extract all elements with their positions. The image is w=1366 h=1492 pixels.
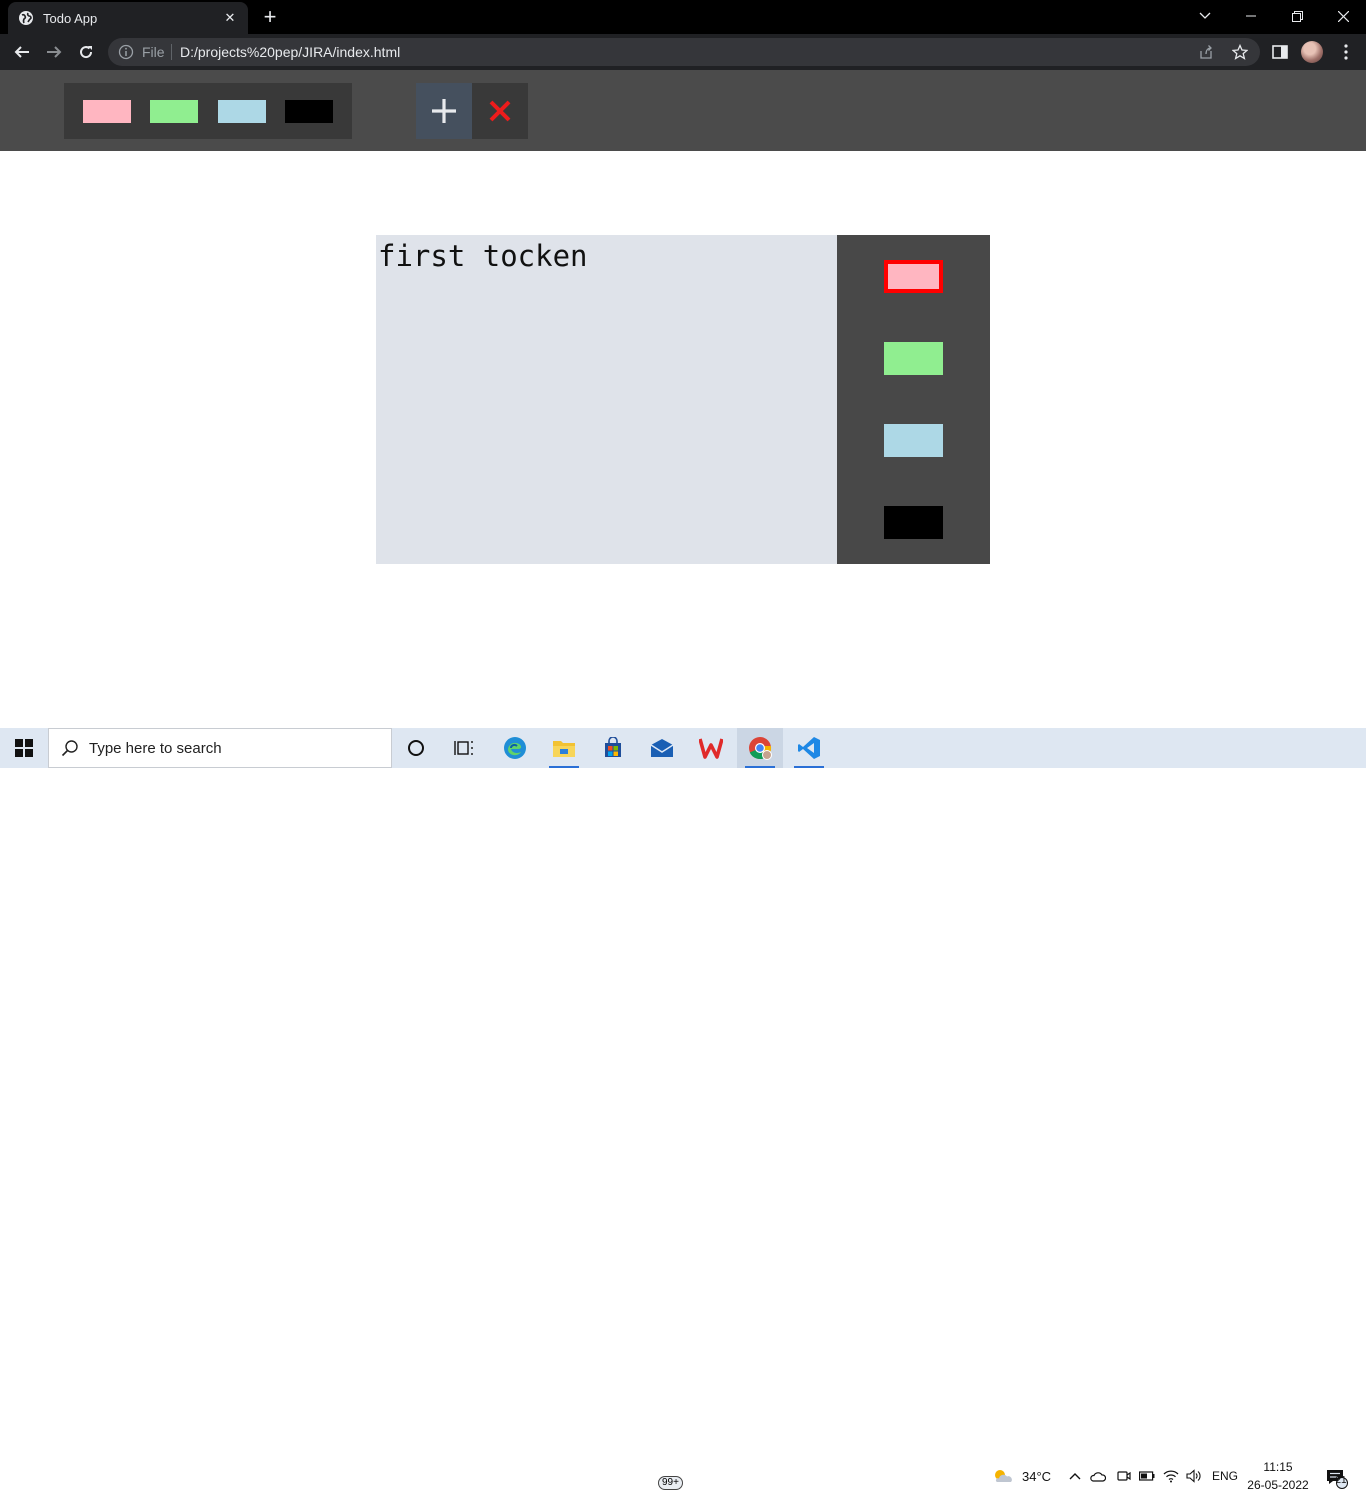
mail-icon: [650, 739, 674, 757]
tab-search-button[interactable]: [1182, 0, 1228, 32]
edge-taskbar-button[interactable]: [492, 728, 538, 768]
filter-lightblue[interactable]: [218, 100, 266, 123]
notification-count: 21: [1335, 1475, 1347, 1486]
vscode-taskbar-button[interactable]: [786, 728, 832, 768]
url-text[interactable]: D:/projects%20pep/JIRA/index.html: [180, 44, 400, 60]
clock-time[interactable]: 11:15: [1262, 1460, 1294, 1474]
vscode-icon: [798, 737, 820, 759]
minimize-button[interactable]: [1228, 0, 1274, 32]
tab-close-icon[interactable]: ✕: [222, 10, 238, 26]
start-button[interactable]: [0, 728, 48, 768]
taskbar-search-box[interactable]: Type here to search: [48, 728, 392, 768]
weather-temp[interactable]: 34°C: [1022, 1469, 1051, 1484]
volume-icon[interactable]: [1186, 1468, 1202, 1484]
omnibox-divider: [171, 44, 172, 60]
mail-badge: 99+: [658, 1476, 683, 1490]
language-indicator[interactable]: ENG: [1212, 1469, 1238, 1483]
wps-w-icon: [699, 738, 723, 759]
profile-avatar[interactable]: [1301, 41, 1323, 63]
scheme-label: File: [142, 44, 165, 60]
priority-color-black[interactable]: [884, 506, 943, 539]
bookmark-star-icon[interactable]: [1231, 43, 1249, 60]
reload-button[interactable]: [73, 39, 99, 65]
chevron-down-icon: [1199, 12, 1211, 19]
priority-color-panel: [837, 235, 990, 564]
chevron-up-icon[interactable]: [1067, 1468, 1083, 1484]
priority-color-lightblue[interactable]: [884, 424, 943, 457]
browser-tab[interactable]: Todo App ✕: [8, 2, 248, 34]
plus-icon: [432, 99, 456, 123]
filter-pink[interactable]: [83, 100, 131, 123]
priority-color-lightgreen[interactable]: [884, 342, 943, 375]
task-view-button[interactable]: [441, 728, 487, 768]
ticket-textarea[interactable]: first tocken: [376, 235, 837, 564]
meet-now-icon[interactable]: [1116, 1468, 1132, 1484]
windows-logo-icon: [15, 739, 33, 757]
file-explorer-button[interactable]: [541, 728, 587, 768]
weather-sun-icon[interactable]: [992, 1468, 1014, 1484]
filter-lightgreen[interactable]: [150, 100, 198, 123]
remove-ticket-button[interactable]: [472, 83, 528, 139]
wps-office-button[interactable]: [688, 728, 734, 768]
clock-date[interactable]: 26-05-2022: [1245, 1478, 1311, 1492]
cortana-button[interactable]: [393, 728, 439, 768]
new-tab-button[interactable]: +: [258, 5, 282, 29]
kebab-menu-icon[interactable]: [1336, 42, 1356, 62]
x-icon: [489, 100, 511, 122]
mail-button[interactable]: [639, 728, 685, 768]
close-window-button[interactable]: [1320, 0, 1366, 32]
onedrive-cloud-icon[interactable]: [1090, 1468, 1106, 1484]
forward-button[interactable]: [41, 39, 67, 65]
chrome-icon: [749, 737, 772, 760]
battery-icon[interactable]: [1139, 1468, 1155, 1484]
wifi-icon[interactable]: [1163, 1468, 1179, 1484]
add-ticket-button[interactable]: [416, 83, 472, 139]
priority-color-pink[interactable]: [884, 260, 943, 293]
color-filter-group: [64, 83, 352, 139]
browser-toolbar: File D:/projects%20pep/JIRA/index.html: [0, 34, 1366, 70]
arrow-right-icon: [47, 46, 62, 58]
search-placeholder: Type here to search: [89, 739, 222, 757]
filter-black[interactable]: [285, 100, 333, 123]
browser-tab-strip: Todo App ✕ +: [0, 0, 1366, 34]
arrow-left-icon: [14, 46, 29, 58]
address-bar[interactable]: File D:/projects%20pep/JIRA/index.html: [108, 38, 1260, 66]
folder-icon: [553, 741, 575, 757]
ticket-card: first tocken: [376, 235, 990, 564]
reload-icon: [80, 46, 93, 59]
restore-button[interactable]: [1274, 0, 1320, 32]
app-toolbar: [0, 70, 1366, 151]
back-button[interactable]: [9, 39, 35, 65]
windows-taskbar: Type here to search 99+ 34°C ENG 11:15 2…: [0, 728, 1366, 1492]
chrome-taskbar-button[interactable]: [737, 728, 783, 768]
info-icon[interactable]: [118, 44, 134, 60]
globe-icon: [18, 10, 34, 26]
task-view-icon: [454, 741, 473, 755]
ticket-text[interactable]: first tocken: [378, 239, 588, 273]
tab-title: Todo App: [43, 10, 98, 26]
edge-icon: [504, 737, 526, 759]
store-bag-icon: [605, 737, 621, 757]
cortana-ring-icon: [408, 740, 424, 756]
action-group: [416, 83, 528, 139]
search-icon: [61, 740, 78, 757]
store-button[interactable]: [590, 728, 636, 768]
side-panel-icon[interactable]: [1270, 42, 1290, 62]
share-icon[interactable]: [1198, 44, 1214, 60]
